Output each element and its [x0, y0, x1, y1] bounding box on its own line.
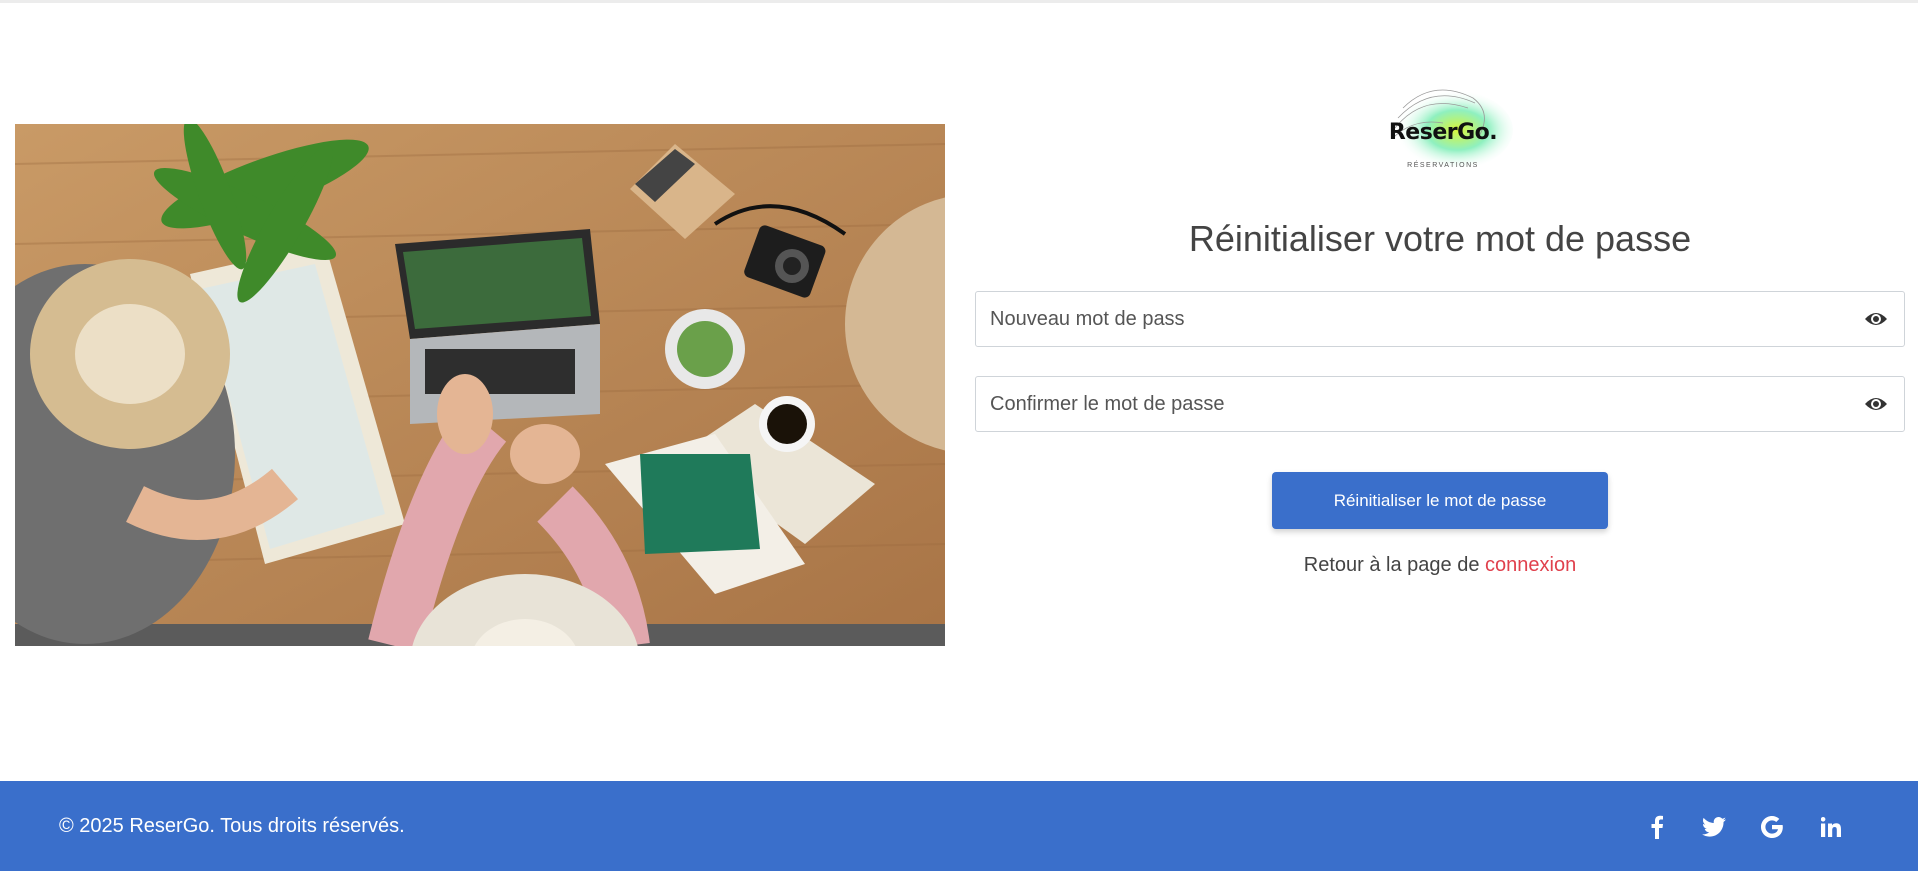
- login-link[interactable]: connexion: [1485, 554, 1576, 576]
- copyright-text: © 2025 ReserGo. Tous droits réservés.: [59, 815, 405, 837]
- google-icon[interactable]: [1759, 814, 1785, 840]
- new-password-field: [975, 291, 1905, 347]
- back-text: Retour à la page de: [1303, 554, 1486, 576]
- confirm-password-input[interactable]: [976, 377, 1850, 431]
- page-title: Réinitialiser votre mot de passe: [1188, 218, 1692, 259]
- eye-icon[interactable]: [1864, 309, 1888, 329]
- hero-image: [15, 124, 945, 646]
- footer: © 2025 ReserGo. Tous droits réservés.: [0, 781, 1918, 871]
- twitter-icon[interactable]: [1701, 814, 1727, 840]
- facebook-icon[interactable]: [1644, 814, 1670, 840]
- eye-icon[interactable]: [1864, 394, 1888, 414]
- logo-name: ReserGo.: [1388, 120, 1498, 145]
- new-password-input[interactable]: [976, 292, 1850, 346]
- reset-panel: ReserGo. RÉSERVATIONS Réinitialiser votr…: [975, 0, 1905, 780]
- back-to-login: Retour à la page de connexion: [975, 554, 1905, 577]
- confirm-password-field: [975, 376, 1905, 432]
- logo-tagline: RÉSERVATIONS: [1407, 162, 1479, 169]
- reset-password-button[interactable]: Réinitialiser le mot de passe: [1272, 472, 1608, 529]
- linkedin-icon[interactable]: [1818, 814, 1844, 840]
- resergo-logo: ReserGo. RÉSERVATIONS: [1363, 78, 1523, 178]
